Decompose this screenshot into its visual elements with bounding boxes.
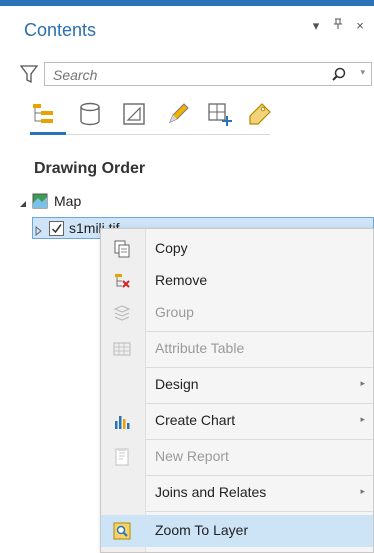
submenu-arrow-icon: ▸: [360, 378, 365, 388]
filter-icon[interactable]: [19, 64, 42, 84]
menu-item-new-report[interactable]: New Report: [101, 441, 373, 473]
menu-item-copy[interactable]: Copy: [101, 233, 373, 265]
menu-item-create-chart[interactable]: Create Chart ▸: [101, 405, 373, 437]
tree-item-label: Map: [54, 193, 82, 209]
menu-item-zoom-to-layer[interactable]: Zoom To Layer: [101, 515, 373, 547]
table-icon: [113, 340, 131, 358]
menu-separator: [145, 511, 373, 512]
list-by-drawing-order-icon[interactable]: [30, 100, 58, 128]
submenu-arrow-icon: ▸: [360, 486, 365, 496]
menu-item-design[interactable]: Design ▸: [101, 369, 373, 401]
toolbar-divider: [30, 134, 270, 135]
tree-item-map[interactable]: Map: [18, 190, 81, 212]
menu-separator: [145, 403, 373, 404]
search-options-dropdown-icon[interactable]: ▾: [360, 67, 365, 78]
group-icon: [113, 304, 131, 322]
contents-view-toolbar: [30, 94, 290, 138]
menu-separator: [145, 331, 373, 332]
search-box[interactable]: ▾: [44, 62, 372, 86]
pane-title: Contents: [24, 20, 97, 40]
menu-item-group[interactable]: Group: [101, 297, 373, 329]
zoom-to-layer-icon: [113, 522, 131, 540]
report-icon: [113, 448, 131, 466]
close-icon[interactable]: ×: [354, 18, 366, 34]
expand-triangle-icon[interactable]: [33, 223, 43, 237]
layer-visibility-checkbox[interactable]: [49, 220, 64, 236]
menu-separator: [145, 439, 373, 440]
list-by-labeling-icon[interactable]: [246, 100, 274, 128]
menu-item-attribute-table[interactable]: Attribute Table: [101, 333, 373, 365]
active-view-indicator: [30, 132, 66, 135]
map-icon: [32, 193, 48, 209]
menu-item-remove[interactable]: Remove: [101, 265, 373, 297]
menu-separator: [145, 475, 373, 476]
menu-separator: [145, 367, 373, 368]
remove-icon: [113, 272, 131, 290]
submenu-arrow-icon: ▸: [360, 414, 365, 424]
pane-header: Contents ▾ ×: [0, 6, 374, 42]
pane-options-dropdown-icon[interactable]: ▾: [310, 18, 322, 34]
search-input[interactable]: [51, 65, 315, 85]
context-menu: Copy Remove Group Attribute Table Design…: [100, 228, 374, 553]
pin-icon[interactable]: [332, 18, 344, 34]
pane-actions: ▾ ×: [310, 18, 366, 34]
collapse-triangle-icon[interactable]: [18, 196, 28, 207]
list-by-editing-icon[interactable]: [164, 100, 192, 128]
bar-chart-icon: [113, 412, 131, 430]
drawing-order-heading: Drawing Order: [34, 160, 146, 177]
list-by-source-icon[interactable]: [76, 100, 104, 128]
list-by-snapping-icon[interactable]: [206, 100, 234, 128]
menu-item-joins-and-relates[interactable]: Joins and Relates ▸: [101, 477, 373, 509]
list-by-selection-icon[interactable]: [120, 100, 148, 128]
search-icon[interactable]: [331, 67, 347, 83]
copy-icon: [113, 240, 131, 258]
